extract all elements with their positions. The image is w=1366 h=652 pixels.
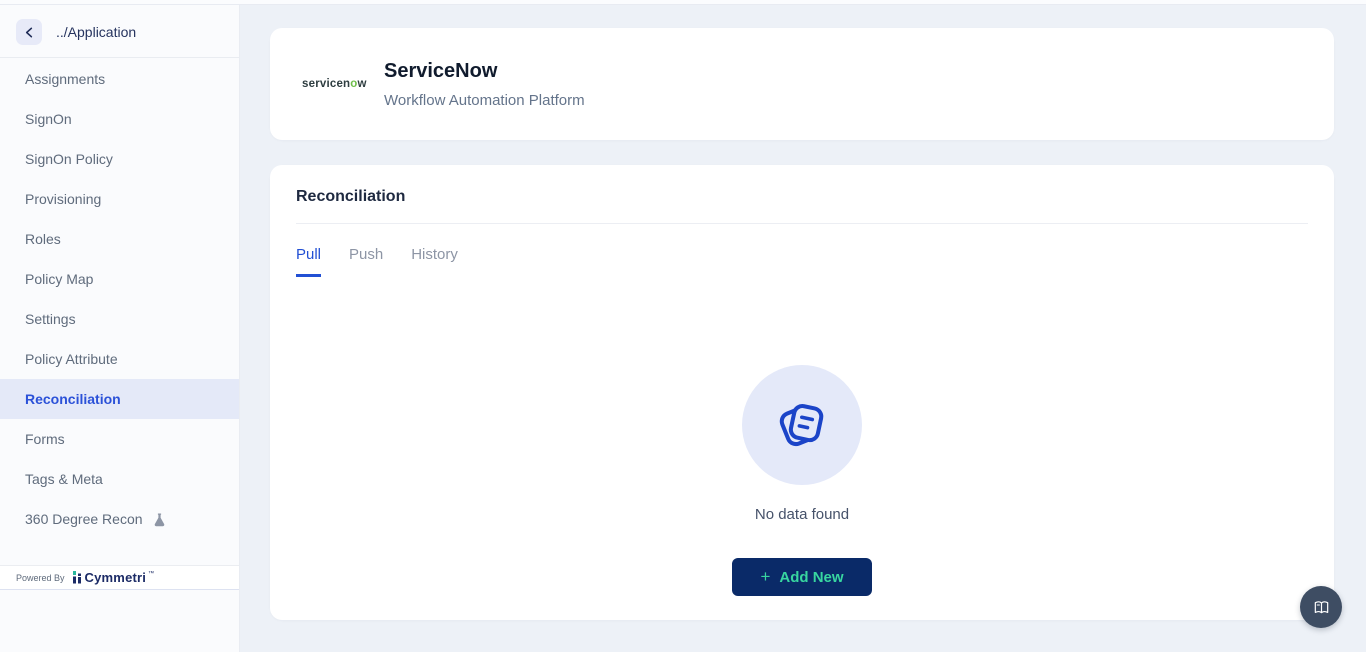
no-data-documents-icon (771, 394, 833, 456)
sidebar-item-tags-meta[interactable]: Tags & Meta (0, 459, 239, 499)
tab-history[interactable]: History (411, 246, 458, 277)
application-title-block: ServiceNow Workflow Automation Platform (384, 60, 585, 109)
sidebar-item-policy-attribute[interactable]: Policy Attribute (0, 339, 239, 379)
cymmetri-logo: Cymmetri ™ (73, 570, 155, 585)
powered-by-bar: Powered By Cymmetri ™ (0, 565, 239, 590)
sidebar-item-assignments[interactable]: Assignments (0, 59, 239, 99)
back-button[interactable] (16, 19, 42, 45)
plus-icon: + (760, 567, 770, 587)
application-subtitle: Workflow Automation Platform (384, 92, 585, 109)
sidebar-item-label: Settings (25, 311, 76, 327)
tab-push[interactable]: Push (349, 246, 383, 277)
reconciliation-card: Reconciliation Pull Push History (270, 165, 1334, 620)
back-row: ../Application (0, 5, 239, 57)
add-new-label: Add New (779, 569, 843, 586)
sidebar: ../Application Assignments SignOn SignOn… (0, 5, 240, 652)
application-title: ServiceNow (384, 60, 585, 83)
empty-state: No data found + Add New (296, 277, 1308, 596)
recon-tabs: Pull Push History (296, 246, 1308, 277)
servicenow-logo: servicenow (302, 78, 384, 90)
sidebar-item-forms[interactable]: Forms (0, 419, 239, 459)
sidebar-item-roles[interactable]: Roles (0, 219, 239, 259)
reconciliation-title: Reconciliation (296, 188, 1308, 206)
sidebar-item-signon[interactable]: SignOn (0, 99, 239, 139)
sidebar-item-policy-map[interactable]: Policy Map (0, 259, 239, 299)
cymmetri-brand-text: Cymmetri (85, 570, 147, 585)
sidebar-item-reconciliation[interactable]: Reconciliation (0, 379, 239, 419)
servicenow-wordmark: servicenow (302, 78, 367, 90)
sidebar-item-label: Policy Attribute (25, 351, 118, 367)
card-divider (296, 223, 1308, 224)
sidebar-item-label: 360 Degree Recon (25, 511, 143, 527)
add-new-button[interactable]: + Add New (732, 558, 872, 596)
sidebar-item-settings[interactable]: Settings (0, 299, 239, 339)
sidebar-item-signon-policy[interactable]: SignOn Policy (0, 139, 239, 179)
sidebar-item-label: Roles (25, 231, 61, 247)
sidebar-item-provisioning[interactable]: Provisioning (0, 179, 239, 219)
sidebar-item-label: Provisioning (25, 191, 101, 207)
sidebar-item-360-degree-recon[interactable]: 360 Degree Recon (0, 499, 239, 539)
sidebar-item-label: Policy Map (25, 271, 93, 287)
cymmetri-logo-icon (73, 571, 82, 584)
trademark-symbol: ™ (148, 571, 154, 577)
sidebar-item-label: Reconciliation (25, 391, 121, 407)
back-label: ../Application (56, 24, 136, 40)
sidebar-item-label: SignOn (25, 111, 72, 127)
no-data-message: No data found (755, 506, 849, 523)
application-header-card: servicenow ServiceNow Workflow Automatio… (270, 28, 1334, 140)
chevron-left-icon (23, 26, 36, 39)
sidebar-item-label: Assignments (25, 71, 105, 87)
sidebar-item-label: Tags & Meta (25, 471, 103, 487)
sidebar-nav: Assignments SignOn SignOn Policy Provisi… (0, 58, 239, 539)
docs-floating-button[interactable] (1300, 586, 1342, 628)
sidebar-item-label: SignOn Policy (25, 151, 113, 167)
flask-icon (153, 513, 166, 527)
tab-pull[interactable]: Pull (296, 246, 321, 277)
sidebar-item-label: Forms (25, 431, 65, 447)
main-content: servicenow ServiceNow Workflow Automatio… (240, 5, 1366, 652)
empty-state-circle (742, 365, 862, 485)
powered-by-label: Powered By (16, 573, 65, 583)
open-book-icon (1312, 599, 1331, 616)
